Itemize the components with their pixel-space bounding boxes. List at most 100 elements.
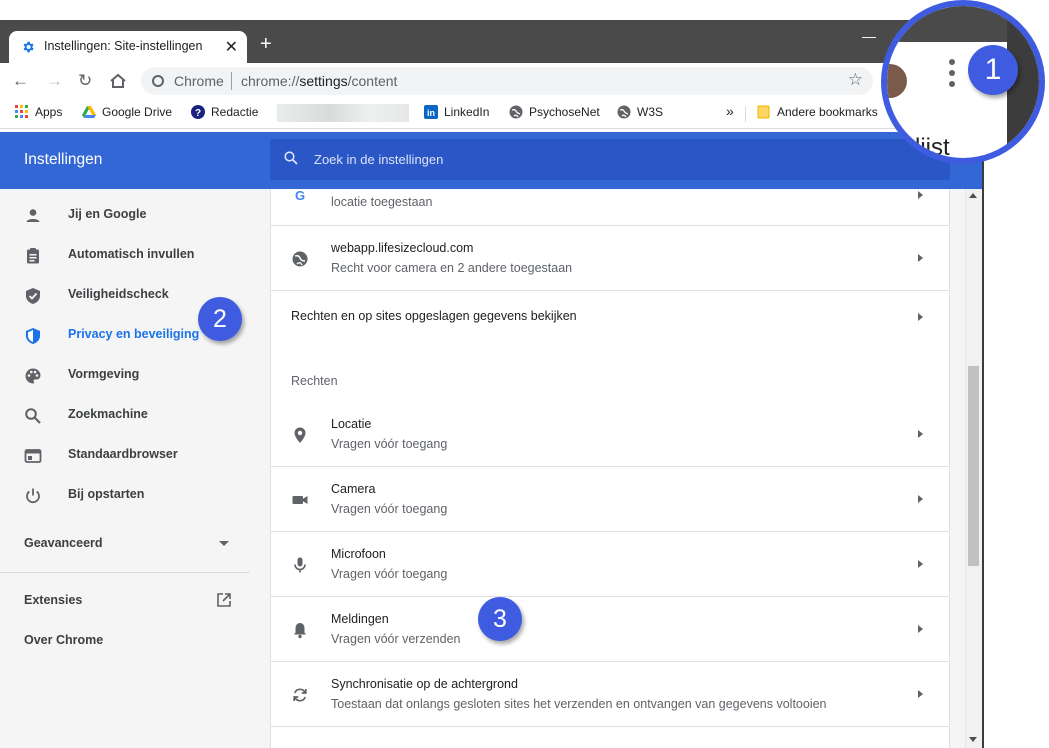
search-icon xyxy=(284,151,298,165)
linkedin-icon: in xyxy=(424,105,438,119)
permission-title: Camera xyxy=(331,482,376,496)
apps-grid-icon xyxy=(15,105,28,118)
permission-title: Meldingen xyxy=(331,612,389,626)
back-arrow-icon[interactable]: ← xyxy=(12,71,29,91)
bookmark-redactie-label: Redactie xyxy=(211,105,259,119)
bookmark-apps-label: Apps xyxy=(35,105,63,119)
address-bar[interactable]: Chrome chrome://settings/content ☆ xyxy=(141,67,873,95)
omnibox-url-suffix: /content xyxy=(347,73,398,89)
forward-arrow-icon[interactable]: → xyxy=(46,71,63,91)
shield-check-icon xyxy=(26,288,40,304)
chrome-site-icon xyxy=(152,75,164,87)
omnibox-separator xyxy=(231,72,232,90)
permission-subtitle: Toestaan dat onlangs gesloten sites het … xyxy=(331,697,827,711)
globe-icon xyxy=(509,105,523,119)
bookmark-google-drive[interactable]: Google Drive xyxy=(82,105,172,119)
chevron-right-icon xyxy=(918,625,923,633)
sidebar-item-bij-opstarten[interactable]: Bij opstarten xyxy=(0,475,270,515)
step-badge-1: 1 xyxy=(968,45,1018,95)
sidebar-divider xyxy=(0,572,250,573)
sidebar-item-automatisch-invullen[interactable]: Automatisch invullen xyxy=(0,235,270,275)
svg-text:?: ? xyxy=(195,108,201,119)
sidebar-item-label: Privacy en beveiliging xyxy=(68,327,200,341)
permission-row-meldingen[interactable]: Meldingen Vragen vóór verzenden xyxy=(271,597,951,662)
browser-tab[interactable]: Instellingen: Site-instellingen ✕ xyxy=(9,31,247,63)
more-menu-icon[interactable] xyxy=(949,59,955,92)
screenshot-stage: Instellingen: Site-instellingen ✕ + — ← … xyxy=(0,0,1049,748)
sidebar-item-standaardbrowser[interactable]: Standaardbrowser xyxy=(0,435,270,475)
site-row-subtitle: locatie toegestaan xyxy=(331,195,433,209)
omnibox-url[interactable]: chrome://settings/content xyxy=(241,73,397,89)
power-icon xyxy=(26,488,40,504)
svg-text:G: G xyxy=(295,188,305,203)
permission-subtitle: Vragen vóór toegang xyxy=(331,502,448,516)
site-row-title: webapp.lifesizecloud.com xyxy=(331,241,474,255)
sidebar-item-jij-en-google[interactable]: Jij en Google xyxy=(0,195,270,235)
bell-icon xyxy=(294,623,306,639)
permission-row-locatie[interactable]: Locatie Vragen vóór toegang xyxy=(271,402,951,467)
permission-title: Locatie xyxy=(331,417,372,431)
content-gutter xyxy=(950,189,966,748)
camera-icon xyxy=(292,496,308,504)
bookmark-linkedin-label: LinkedIn xyxy=(444,105,490,119)
sidebar-item-vormgeving[interactable]: Vormgeving xyxy=(0,355,270,395)
permission-row-synchronisatie[interactable]: Synchronisatie op de achtergrond Toestaa… xyxy=(271,662,951,727)
chevron-right-icon xyxy=(918,690,923,698)
home-icon[interactable] xyxy=(109,73,127,89)
bookmarks-bar: Apps Google Drive ? Redactie in LinkedIn… xyxy=(0,99,1005,129)
palette-icon xyxy=(25,368,41,384)
permission-row-camera[interactable]: Camera Vragen vóór toegang xyxy=(271,467,951,532)
bookmark-linkedin[interactable]: in LinkedIn xyxy=(424,105,489,119)
tab-close-icon[interactable]: ✕ xyxy=(225,37,238,57)
sidebar-item-extensies[interactable]: Extensies xyxy=(24,593,82,607)
bookmarks-overflow-button[interactable]: » xyxy=(726,103,734,119)
reload-icon[interactable]: ↻ xyxy=(78,71,92,91)
scrollbar-thumb[interactable] xyxy=(968,366,979,566)
sidebar-item-over-chrome[interactable]: Over Chrome xyxy=(24,633,103,647)
sidebar-item-label: Automatisch invullen xyxy=(68,247,195,261)
bookmarks-separator xyxy=(745,106,746,122)
settings-content: G locatie toegestaan webapp.lifesizeclou… xyxy=(270,188,951,748)
blurred-bookmark[interactable] xyxy=(277,104,409,122)
sidebar-item-label: Vormgeving xyxy=(68,367,140,381)
bookmark-redactie[interactable]: ? Redactie xyxy=(191,105,258,119)
open-in-new-icon[interactable] xyxy=(216,592,232,608)
bookmark-other-folder[interactable]: Andere bookmarks xyxy=(757,105,878,119)
omnibox-url-path: settings xyxy=(299,73,348,89)
sidebar-item-label: Standaardbrowser xyxy=(68,447,178,461)
bookmark-w3s[interactable]: W3S xyxy=(617,105,663,119)
bookmark-star-icon[interactable]: ☆ xyxy=(848,70,863,90)
bookmark-apps[interactable]: Apps xyxy=(15,105,62,119)
chevron-down-icon[interactable] xyxy=(219,541,229,546)
step-badge-2: 2 xyxy=(198,297,242,341)
bookmark-w3s-label: W3S xyxy=(637,105,664,119)
section-title-rechten: Rechten xyxy=(291,374,338,388)
settings-search-input[interactable] xyxy=(314,149,914,169)
site-row-webapp[interactable]: webapp.lifesizecloud.com Recht voor came… xyxy=(271,226,951,291)
settings-search-box[interactable] xyxy=(270,139,950,180)
permission-title: Synchronisatie op de achtergrond xyxy=(331,677,518,691)
chevron-right-icon xyxy=(918,560,923,568)
folder-icon xyxy=(757,105,770,119)
site-row-subtitle: Recht voor camera en 2 andere toegestaan xyxy=(331,261,573,275)
clipboard-icon xyxy=(27,248,39,264)
location-pin-icon xyxy=(294,427,306,443)
view-permissions-label: Rechten en op sites opgeslagen gegevens … xyxy=(291,309,577,323)
tab-title: Instellingen: Site-instellingen xyxy=(44,39,203,53)
sidebar-item-zoekmachine[interactable]: Zoekmachine xyxy=(0,395,270,435)
view-permissions-link[interactable]: Rechten en op sites opgeslagen gegevens … xyxy=(271,291,951,341)
settings-title: Instellingen xyxy=(24,151,103,168)
globe-icon xyxy=(292,251,308,267)
permission-subtitle: Vragen vóór toegang xyxy=(331,437,448,451)
bookmark-google-drive-label: Google Drive xyxy=(102,105,173,119)
sidebar-advanced-toggle[interactable]: Geavanceerd xyxy=(24,536,103,550)
new-tab-button[interactable]: + xyxy=(260,33,272,56)
scroll-down-icon[interactable] xyxy=(969,737,977,742)
scroll-up-icon[interactable] xyxy=(969,193,977,198)
bookmark-other-label: Andere bookmarks xyxy=(777,105,878,119)
minimize-icon[interactable]: — xyxy=(862,28,876,44)
globe-icon xyxy=(617,105,631,119)
site-row-partial[interactable]: G locatie toegestaan xyxy=(271,188,951,226)
permission-row-microfoon[interactable]: Microfoon Vragen vóór toegang xyxy=(271,532,951,597)
bookmark-psychosenet[interactable]: PsychoseNet xyxy=(509,105,600,119)
